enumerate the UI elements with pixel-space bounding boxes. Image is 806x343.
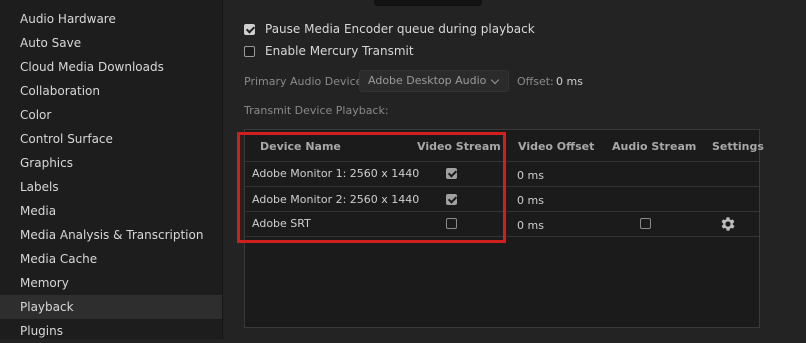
sidebar-item-cloud-media-downloads[interactable]: Cloud Media Downloads: [0, 55, 222, 79]
row-divider: [245, 161, 759, 162]
sidebar-item-labels[interactable]: Labels: [0, 175, 222, 199]
audio-stream-checkbox[interactable]: [640, 218, 651, 229]
transmit-device-table: Device Name Video Stream Video Offset Au…: [244, 129, 764, 328]
video-offset-cell[interactable]: 0 ms: [517, 169, 544, 182]
pause-queue-label: Pause Media Encoder queue during playbac…: [265, 22, 535, 36]
device-name-cell: Adobe Monitor 2: 2560 x 1440: [252, 193, 420, 206]
sidebar-item-color[interactable]: Color: [0, 103, 222, 127]
header-audio-stream: Audio Stream: [612, 140, 697, 153]
sidebar-item-collaboration[interactable]: Collaboration: [0, 79, 222, 103]
mercury-transmit-label: Enable Mercury Transmit: [265, 44, 414, 58]
sidebar-item-plugins[interactable]: Plugins: [0, 319, 222, 343]
video-offset-cell[interactable]: 0 ms: [517, 194, 544, 207]
sidebar-item-control-surface[interactable]: Control Surface: [0, 127, 222, 151]
header-device-name: Device Name: [260, 140, 341, 153]
primary-audio-device-value: Adobe Desktop Audio: [368, 74, 487, 87]
sidebar-item-media-analysis[interactable]: Media Analysis & Transcription: [0, 223, 222, 247]
offset-value[interactable]: 0 ms: [556, 75, 583, 88]
offset-label: Offset:: [517, 75, 554, 88]
top-button-stub[interactable]: [374, 0, 482, 6]
sidebar-item-graphics[interactable]: Graphics: [0, 151, 222, 175]
header-video-offset: Video Offset: [518, 140, 595, 153]
header-settings: Settings: [712, 140, 764, 153]
sidebar-item-memory[interactable]: Memory: [0, 271, 222, 295]
video-stream-checkbox[interactable]: [446, 218, 457, 229]
gear-icon[interactable]: [719, 215, 737, 233]
row-divider: [245, 186, 759, 187]
mercury-transmit-option[interactable]: Enable Mercury Transmit: [244, 42, 414, 60]
pause-queue-option[interactable]: Pause Media Encoder queue during playbac…: [244, 20, 535, 38]
primary-audio-device-label: Primary Audio Device:: [244, 75, 367, 88]
row-divider: [245, 211, 759, 212]
video-stream-checkbox[interactable]: [446, 168, 457, 179]
chevron-down-icon: [490, 75, 500, 85]
header-video-stream: Video Stream: [417, 140, 501, 153]
video-stream-checkbox[interactable]: [446, 194, 457, 205]
pause-queue-checkbox[interactable]: [244, 23, 255, 35]
sidebar-item-media[interactable]: Media: [0, 199, 222, 223]
device-name-cell: Adobe SRT: [252, 217, 311, 230]
transmit-device-playback-label: Transmit Device Playback:: [244, 104, 389, 117]
sidebar-item-media-cache[interactable]: Media Cache: [0, 247, 222, 271]
mercury-transmit-checkbox[interactable]: [244, 45, 255, 57]
row-divider: [245, 236, 759, 237]
sidebar-item-auto-save[interactable]: Auto Save: [0, 31, 222, 55]
sidebar-item-playback[interactable]: Playback: [0, 295, 222, 319]
preferences-sidebar: Audio Hardware Auto Save Cloud Media Dow…: [0, 0, 223, 339]
device-name-cell: Adobe Monitor 1: 2560 x 1440: [252, 167, 420, 180]
primary-audio-device-dropdown[interactable]: Adobe Desktop Audio: [359, 70, 509, 92]
video-offset-cell[interactable]: 0 ms: [517, 219, 544, 232]
sidebar-item-audio-hardware[interactable]: Audio Hardware: [0, 7, 222, 31]
